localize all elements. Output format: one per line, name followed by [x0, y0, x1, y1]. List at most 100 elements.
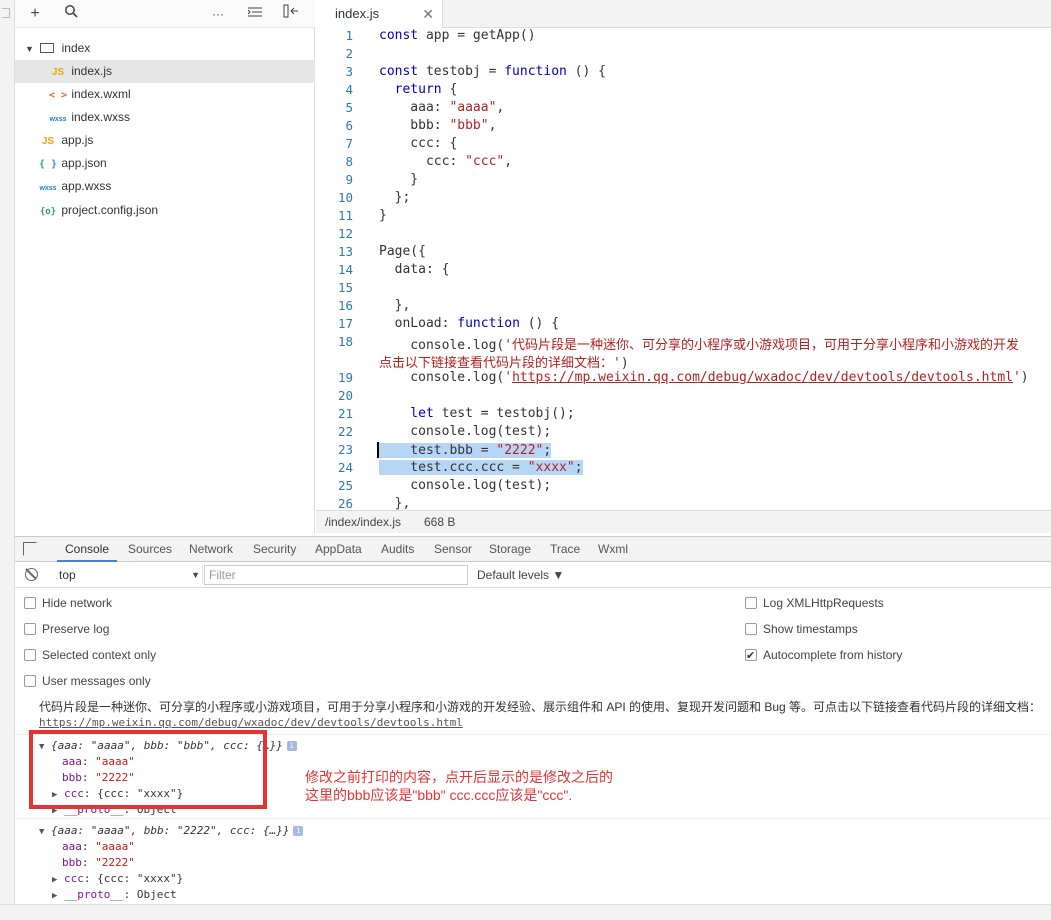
tree-item-app-wxss[interactable]: wxss app.wxss — [15, 175, 315, 198]
code-line: const app = getApp() — [379, 28, 536, 43]
checkbox[interactable] — [24, 675, 36, 687]
line-number: 14 — [337, 262, 353, 277]
tab-appdata[interactable]: AppData — [315, 537, 362, 562]
tree-toolbar: + ··· — [15, 0, 315, 28]
object-proto[interactable]: ▶ __proto__: Object — [52, 888, 177, 901]
line-number: 15 — [337, 280, 353, 295]
tree-folder-index[interactable]: ▼ index — [15, 37, 315, 60]
clear-console-icon[interactable] — [25, 568, 38, 581]
search-icon[interactable] — [61, 4, 81, 24]
code-line: onLoad: function () { — [379, 316, 560, 331]
tab-network[interactable]: Network — [189, 537, 233, 562]
code-line: console.log('代码片段是一种迷你、可分享的小程序或小游戏项目，可用于… — [379, 338, 1020, 353]
console-link[interactable]: https://mp.weixin.qq.com/debug/wxadoc/de… — [39, 716, 463, 729]
option-log-xhr[interactable]: Log XMLHttpRequests — [745, 594, 884, 612]
editor-statusbar: /index/index.js 668 B — [316, 510, 1051, 533]
option-hide-network[interactable]: Hide network — [24, 594, 112, 612]
tree-item-index-wxml[interactable]: < > index.wxml — [15, 83, 315, 106]
tree-item-app-json[interactable]: { } app.json — [15, 152, 315, 175]
checkbox[interactable] — [745, 623, 757, 635]
code-line: }; — [379, 190, 411, 205]
option-selected-context[interactable]: Selected context only — [24, 646, 156, 664]
code-editor[interactable]: 1 2 3 4 5 6 7 8 9 10 11 12 13 14 15 16 17 18 19 20 21 22 23 24 2… — [316, 28, 1051, 510]
line-number: 9 — [345, 172, 353, 187]
option-autocomplete[interactable]: Autocomplete from history — [745, 646, 902, 665]
add-icon[interactable]: + — [25, 4, 45, 24]
console-filter-bar: top ▼ Default levels ▼ — [15, 562, 1051, 588]
tab-label: index.js — [335, 6, 380, 21]
toggle-panel-icon[interactable] — [281, 4, 301, 24]
code-line: }, — [379, 496, 411, 510]
code-line-selected: test.bbb = "2222"; — [377, 442, 552, 458]
checkbox[interactable] — [745, 597, 757, 609]
tree-item-label: app.js — [61, 133, 94, 147]
code-line: let test = testobj(); — [379, 406, 575, 421]
tab-security[interactable]: Security — [253, 537, 296, 562]
console-object[interactable]: ▼ {aaa: "aaaa", bbb: "2222", ccc: {…}} i — [39, 824, 304, 837]
filter-input[interactable] — [204, 565, 468, 585]
tree-item-project-config[interactable]: {o} project.config.json — [15, 199, 315, 222]
tree-item-label: project.config.json — [61, 203, 159, 217]
line-number: 8 — [345, 154, 353, 169]
code-line: aaa: "aaaa", — [379, 100, 505, 115]
checkbox-checked[interactable] — [745, 647, 757, 665]
folder-open-icon — [40, 43, 55, 53]
line-number: 6 — [345, 118, 353, 133]
tab-wxml[interactable]: Wxml — [598, 537, 628, 562]
tree-item-index-wxss[interactable]: wxss index.wxss — [15, 106, 315, 129]
tree-item-label: index.js — [71, 64, 113, 78]
info-icon: i — [286, 741, 297, 751]
wxml-file-icon: < > — [48, 90, 68, 101]
line-number: 11 — [337, 208, 353, 223]
object-prop-expandable[interactable]: ▶ ccc: {ccc: "xxxx"} — [52, 872, 183, 885]
tab-audits[interactable]: Audits — [381, 537, 414, 562]
tree-item-app-js[interactable]: JS app.js — [15, 129, 315, 152]
checkbox[interactable] — [24, 597, 36, 609]
file-size: 668 B — [424, 515, 456, 529]
file-tree: ▼ index JS index.js < > index.wxml wxss … — [15, 28, 315, 533]
tab-storage[interactable]: Storage — [489, 537, 531, 562]
close-icon[interactable]: ✕ — [422, 0, 434, 28]
log-levels-dropdown[interactable]: Default levels ▼ — [477, 566, 564, 584]
tab-index-js[interactable]: index.js ✕ — [316, 0, 443, 29]
object-prop: bbb: "2222" — [62, 856, 135, 869]
tree-item-index-js[interactable]: JS index.js — [15, 60, 315, 83]
chevron-down-icon: ▼ — [25, 44, 34, 54]
code-line: console.log(test); — [379, 424, 552, 439]
devtools-tabbar: Console Sources Network Security AppData… — [15, 536, 1051, 562]
json-file-icon: { } — [38, 159, 58, 170]
checkbox[interactable] — [24, 623, 36, 635]
line-number: 25 — [337, 478, 353, 493]
option-show-timestamps[interactable]: Show timestamps — [745, 620, 858, 638]
tab-sensor[interactable]: Sensor — [434, 537, 472, 562]
line-number: 13 — [337, 244, 353, 259]
option-preserve-log[interactable]: Preserve log — [24, 620, 109, 638]
collapse-all-icon[interactable] — [245, 4, 265, 24]
tree-item-label: index.wxss — [71, 110, 131, 124]
line-number: 1 — [345, 28, 353, 43]
triangle-right-icon: ▶ — [52, 891, 58, 901]
tab-sources[interactable]: Sources — [128, 537, 172, 562]
code-line: ccc: { — [379, 136, 458, 151]
wxss-file-icon: wxss — [39, 185, 57, 192]
annotation-text: 修改之前打印的内容，点开后显示的是修改之后的 这里的bbb应该是"bbb" cc… — [305, 769, 613, 803]
line-number: 7 — [345, 136, 353, 151]
code-line: data: { — [379, 262, 450, 277]
tab-trace[interactable]: Trace — [550, 537, 580, 562]
checkbox[interactable] — [24, 649, 36, 661]
line-number: 10 — [337, 190, 353, 205]
code-line: console.log('https://mp.weixin.qq.com/de… — [379, 370, 1029, 385]
line-number: 19 — [337, 370, 353, 385]
line-number: 22 — [337, 424, 353, 439]
file-path: /index/index.js — [325, 515, 402, 529]
tab-console[interactable]: Console — [57, 537, 118, 562]
triangle-down-icon: ▼ — [39, 827, 45, 837]
inspect-element-icon[interactable] — [23, 542, 37, 556]
more-icon[interactable]: ··· — [208, 4, 228, 24]
context-select[interactable]: top ▼ — [53, 566, 203, 584]
line-number: 2 — [345, 46, 353, 61]
option-user-messages[interactable]: User messages only — [24, 672, 151, 690]
code-url-link: https://mp.weixin.qq.com/debug/wxadoc/de… — [512, 370, 1013, 385]
line-number: 21 — [337, 406, 353, 421]
bottom-bar — [0, 904, 1051, 920]
